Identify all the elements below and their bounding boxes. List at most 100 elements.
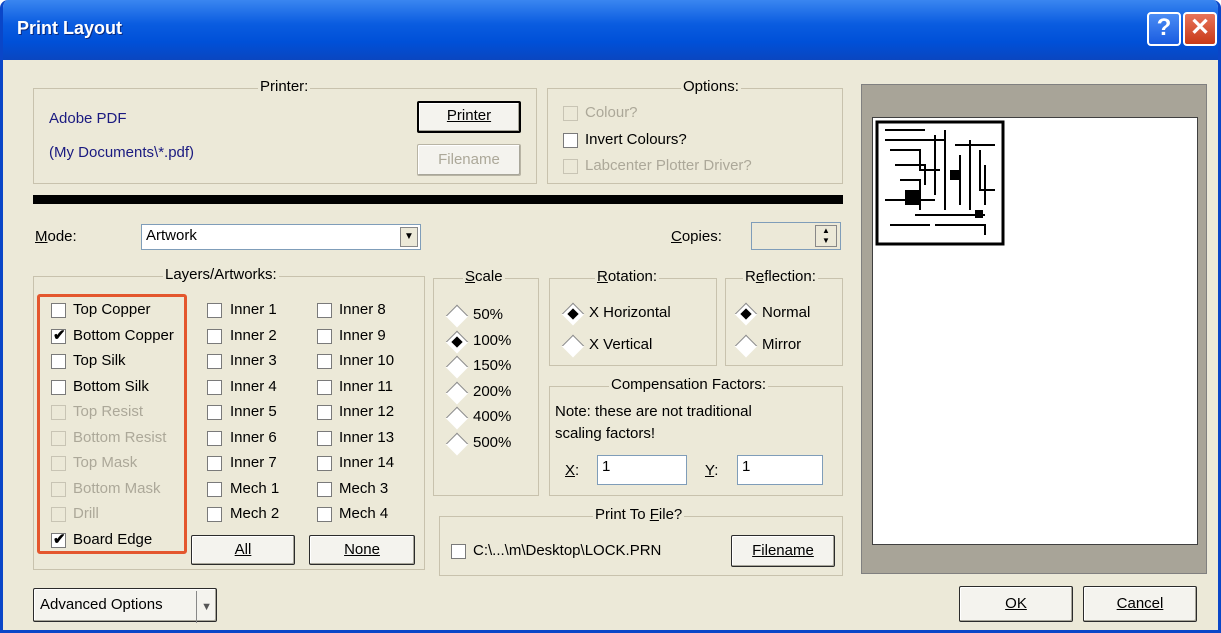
none-button-label: None: [344, 541, 380, 558]
layer-label: Bottom Resist: [73, 428, 167, 446]
layer-checkbox: [51, 430, 66, 446]
inner-layer-label: Inner 14: [339, 454, 395, 471]
inner-layer-checkbox[interactable]: [207, 405, 222, 420]
check-icon: ✔: [53, 326, 66, 344]
print-file-filename-button[interactable]: Filename: [731, 535, 835, 567]
inner-layer-label: Inner 10: [339, 352, 395, 369]
inner-layer-checkbox[interactable]: [317, 430, 332, 446]
inner-layer-checkbox[interactable]: [317, 507, 332, 522]
inner-layer-label: Inner 1: [230, 301, 277, 318]
copies-stepper[interactable]: ▲ ▼: [815, 225, 837, 247]
inner-layer-checkbox[interactable]: [207, 328, 222, 344]
rotation-group-label: Rotation:: [595, 268, 660, 285]
colour-label: Colour?: [585, 104, 638, 121]
scale-option-label: 200%: [473, 382, 512, 400]
printer-group-label: Printer:: [258, 78, 311, 95]
options-group-label: Options:: [681, 78, 741, 95]
mode-value: Artwork: [146, 227, 197, 244]
inner-layer-checkbox[interactable]: [207, 481, 222, 497]
inner-layer-checkbox[interactable]: [317, 354, 332, 369]
mode-select[interactable]: Artwork ▼: [141, 224, 421, 250]
layer-label: Top Mask: [73, 454, 138, 471]
layer-checkbox: [51, 507, 66, 522]
chevron-down-icon[interactable]: ▼: [400, 227, 418, 247]
print-file-path: C:\...\m\Desktop\LOCK.PRN: [473, 542, 662, 559]
layer-checkbox[interactable]: [51, 303, 66, 318]
inner-layer-checkbox[interactable]: [317, 405, 332, 420]
close-icon[interactable]: ✕: [1183, 12, 1217, 46]
preview-page: [872, 117, 1198, 545]
ok-button-label: OK: [1005, 595, 1027, 612]
layer-checkbox: [51, 405, 66, 420]
y-factor-input[interactable]: 1: [737, 455, 823, 485]
inner-layer-label: Mech 1: [230, 479, 280, 497]
print-file-filename-label: Filename: [752, 542, 814, 559]
none-button[interactable]: None: [309, 535, 415, 565]
inner-layer-label: Inner 5: [230, 403, 277, 420]
invert-colours-checkbox[interactable]: [563, 133, 578, 148]
print-to-file-checkbox[interactable]: [451, 544, 466, 559]
copies-label: Copies:: [671, 228, 722, 245]
layer-label: Board Edge: [73, 530, 153, 548]
print-to-file-label: Print To File?: [593, 506, 685, 523]
ok-button[interactable]: OK: [959, 586, 1073, 622]
help-icon[interactable]: ?: [1147, 12, 1181, 46]
printer-button[interactable]: Printer: [417, 101, 521, 133]
mode-label: Mode:: [35, 228, 77, 245]
layer-checkbox[interactable]: [51, 379, 66, 395]
inner-layer-checkbox[interactable]: [317, 481, 332, 497]
inner-layer-label: Inner 9: [339, 326, 386, 344]
inner-layer-label: Inner 13: [339, 428, 395, 446]
inner-layer-label: Mech 2: [230, 505, 280, 522]
reflection-group-label: Reflection:: [743, 268, 818, 285]
scale-option-label: 100%: [473, 331, 512, 349]
print-layout-dialog: Print Layout ? ✕ Printer: Adobe PDF (My …: [0, 0, 1221, 633]
check-icon: ✔: [53, 530, 66, 548]
printer-button-label: Printer: [446, 107, 492, 124]
printer-name: Adobe PDF: [49, 110, 127, 127]
inner-layer-checkbox[interactable]: [207, 507, 222, 522]
all-button[interactable]: All: [191, 535, 295, 565]
layer-label: Bottom Mask: [73, 479, 161, 497]
inner-layer-label: Inner 12: [339, 403, 395, 420]
compensation-note-1: Note: these are not traditional: [555, 403, 752, 420]
scale-option-label: 150%: [473, 357, 512, 374]
rotation-option-label: X Horizontal: [589, 304, 671, 321]
plotter-driver-label: Labcenter Plotter Driver?: [585, 157, 752, 174]
inner-layer-checkbox[interactable]: [207, 379, 222, 395]
inner-layer-checkbox[interactable]: [207, 430, 222, 446]
advanced-options-button[interactable]: Advanced Options ▼: [33, 588, 217, 623]
reflection-option-label: Normal: [762, 304, 811, 321]
x-factor-input[interactable]: 1: [597, 455, 687, 485]
invert-colours-label: Invert Colours?: [585, 131, 687, 148]
layer-checkbox[interactable]: [51, 354, 66, 369]
x-label: X:: [565, 462, 580, 479]
inner-layer-label: Mech 3: [339, 479, 389, 497]
compensation-note-2: scaling factors!: [555, 425, 656, 442]
layer-label: Top Silk: [73, 352, 126, 369]
inner-layer-checkbox[interactable]: [317, 328, 332, 344]
rotation-option-label: X Vertical: [589, 336, 653, 353]
inner-layer-checkbox[interactable]: [207, 303, 222, 318]
filename-button-disabled: Filename: [417, 144, 521, 176]
inner-layer-checkbox[interactable]: [317, 303, 332, 318]
inner-layer-checkbox[interactable]: [207, 354, 222, 369]
layer-checkbox[interactable]: ✔: [51, 530, 66, 548]
inner-layer-label: Inner 2: [230, 326, 277, 344]
reflection-option-label: Mirror: [762, 336, 802, 353]
printer-path: (My Documents\*.pdf): [49, 144, 195, 161]
chevron-down-icon[interactable]: ▼: [196, 591, 212, 623]
inner-layer-checkbox[interactable]: [317, 456, 332, 471]
scale-group-label: Scale: [463, 268, 505, 285]
layer-checkbox[interactable]: ✔: [51, 326, 66, 344]
preview-panel: [861, 84, 1207, 574]
layer-checkbox: [51, 456, 66, 471]
y-label: Y:: [705, 462, 719, 479]
cancel-button[interactable]: Cancel: [1083, 586, 1197, 622]
inner-layer-label: Inner 8: [339, 301, 386, 318]
inner-layer-checkbox[interactable]: [317, 379, 332, 395]
colour-checkbox: [563, 106, 578, 121]
scale-option-label: 500%: [473, 433, 512, 451]
inner-layer-checkbox[interactable]: [207, 456, 222, 471]
inner-layer-label: Mech 4: [339, 505, 389, 522]
